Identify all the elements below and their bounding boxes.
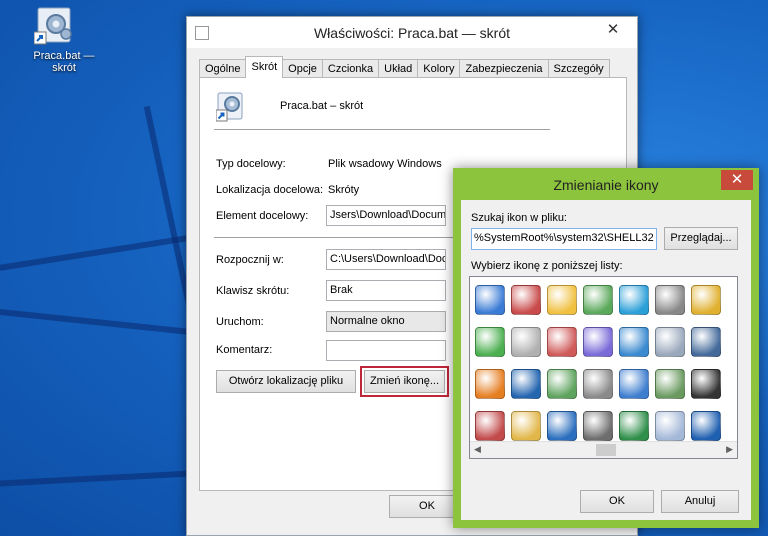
icon-choice[interactable] — [544, 321, 580, 363]
change-icon-title: Zmienianie ikony — [553, 177, 659, 193]
globe-clock-icon — [619, 411, 649, 441]
pie-chart-icon — [619, 369, 649, 399]
icon-choice[interactable] — [652, 321, 688, 363]
icon-choice[interactable] — [472, 279, 508, 321]
shortcut-key-field[interactable]: Brak — [326, 280, 446, 301]
search-file-label: Szukaj ikon w pliku: — [471, 212, 567, 224]
tab-details[interactable]: Szczegóły — [547, 59, 610, 78]
tab-shortcut[interactable]: Skrót — [245, 56, 284, 78]
properties-tabs: Ogólne Skrót Opcje Czcionka Układ Kolory… — [199, 56, 610, 78]
properties-close-button[interactable]: ✕ — [591, 19, 635, 41]
dialog-ok-button[interactable]: OK — [580, 490, 654, 513]
folder-icon — [511, 411, 541, 441]
icon-choice[interactable] — [652, 363, 688, 405]
tab-options[interactable]: Opcje — [282, 59, 323, 78]
change-icon-dialog: Zmienianie ikony ✕ Szukaj ikon w pliku: … — [453, 168, 759, 528]
icon-choice[interactable] — [688, 363, 724, 405]
icon-choice[interactable] — [688, 321, 724, 363]
desktop-shortcut-label: Praca.bat — skrót — [33, 50, 95, 74]
target-label: Element docelowy: — [216, 210, 309, 222]
divider — [214, 129, 550, 130]
home-network-icon — [475, 369, 505, 399]
fullscreen-icon — [547, 411, 577, 441]
mail-envelope-icon — [547, 285, 577, 315]
icon-choice[interactable] — [508, 321, 544, 363]
checklist-icon — [619, 327, 649, 357]
comment-label: Komentarz: — [216, 344, 273, 356]
speaker-icon — [655, 285, 685, 315]
run-label: Uruchom: — [216, 316, 264, 328]
icon-list[interactable]: ◀ ▶ — [469, 276, 738, 459]
tab-layout[interactable]: Układ — [378, 59, 419, 78]
icon-choice[interactable] — [508, 279, 544, 321]
properties-titlebar[interactable]: Właściwości: Praca.bat — skrót ✕ — [187, 17, 637, 48]
users-pair-icon — [655, 369, 685, 399]
monitor-off-icon — [691, 369, 721, 399]
tab-colors[interactable]: Kolory — [417, 59, 461, 78]
icon-choice[interactable] — [544, 279, 580, 321]
target-field[interactable]: Jsers\Download\Documer — [326, 205, 446, 226]
tab-general[interactable]: Ogólne — [199, 59, 247, 78]
icon-list-label: Wybierz ikonę z poniższej listy: — [471, 260, 623, 272]
document-error-icon — [511, 285, 541, 315]
start-in-field[interactable]: C:\Users\Download\Docu — [326, 249, 446, 270]
horizontal-scrollbar[interactable]: ◀ ▶ — [470, 441, 737, 458]
change-icon-close-button[interactable]: ✕ — [721, 170, 753, 190]
magnifier-document-icon — [655, 411, 685, 441]
icon-choice[interactable] — [472, 363, 508, 405]
target-type-label: Typ docelowy: — [216, 158, 286, 170]
icon-choice[interactable] — [616, 279, 652, 321]
icon-choice[interactable] — [580, 279, 616, 321]
icon-choice[interactable] — [652, 279, 688, 321]
target-location-value: Skróty — [328, 184, 360, 196]
icon-choice[interactable] — [616, 321, 652, 363]
icon-choice[interactable] — [688, 279, 724, 321]
run-dropdown[interactable]: Normalne okno — [326, 311, 446, 332]
properties-title: Właściwości: Praca.bat — skrót — [313, 25, 511, 41]
computer-keyboard-icon — [691, 327, 721, 357]
users-icon — [583, 285, 613, 315]
target-location-label: Lokalizacja docelowa: — [216, 184, 324, 196]
scroll-thumb[interactable] — [596, 444, 616, 456]
start-in-label: Rozpocznij w: — [216, 254, 284, 266]
open-location-button[interactable]: Otwórz lokalizację pliku — [216, 370, 356, 393]
display-settings-icon — [583, 327, 613, 357]
icon-choice[interactable] — [580, 321, 616, 363]
network-add-icon — [475, 327, 505, 357]
file-cabinet-icon — [583, 369, 613, 399]
tab-font[interactable]: Czcionka — [321, 59, 380, 78]
shortcut-key-label: Klawisz skrótu: — [216, 285, 290, 297]
icon-choice[interactable] — [616, 363, 652, 405]
comment-field[interactable] — [326, 340, 446, 361]
globe-network-icon — [619, 285, 649, 315]
cd-burn-icon — [475, 411, 505, 441]
file-path-input[interactable]: %SystemRoot%\system32\SHELL32 — [471, 228, 657, 250]
cd-drive-icon — [511, 327, 541, 357]
network-folder-icon — [475, 285, 505, 315]
icon-grid — [472, 279, 724, 447]
help-balloon-icon — [691, 285, 721, 315]
change-icon-client: Szukaj ikon w pliku: %SystemRoot%\system… — [461, 200, 751, 520]
scroll-left-icon[interactable]: ◀ — [474, 444, 481, 455]
target-type-value: Plik wsadowy Windows — [328, 158, 442, 170]
dialog-cancel-button[interactable]: Anuluj — [661, 490, 739, 513]
batch-file-icon — [33, 6, 78, 46]
shortcut-gear-icon — [215, 92, 246, 122]
icon-choice[interactable] — [580, 363, 616, 405]
help-document-icon — [691, 411, 721, 441]
icon-choice[interactable] — [472, 321, 508, 363]
scroll-right-icon[interactable]: ▶ — [726, 444, 733, 455]
browse-button[interactable]: Przeglądaj... — [664, 227, 738, 250]
shortcut-name: Praca.bat – skrót — [280, 100, 364, 112]
question-icon — [511, 369, 541, 399]
tab-security[interactable]: Zabezpieczenia — [459, 59, 549, 78]
gear-settings-icon — [655, 327, 685, 357]
icon-choice[interactable] — [508, 363, 544, 405]
user-group-icon — [547, 369, 577, 399]
printer-icon — [583, 411, 613, 441]
cd-audio-icon — [547, 327, 577, 357]
icon-choice[interactable] — [544, 363, 580, 405]
change-icon-button[interactable]: Zmień ikonę... — [364, 370, 445, 393]
desktop-shortcut[interactable]: Praca.bat — skrót — [6, 6, 106, 74]
